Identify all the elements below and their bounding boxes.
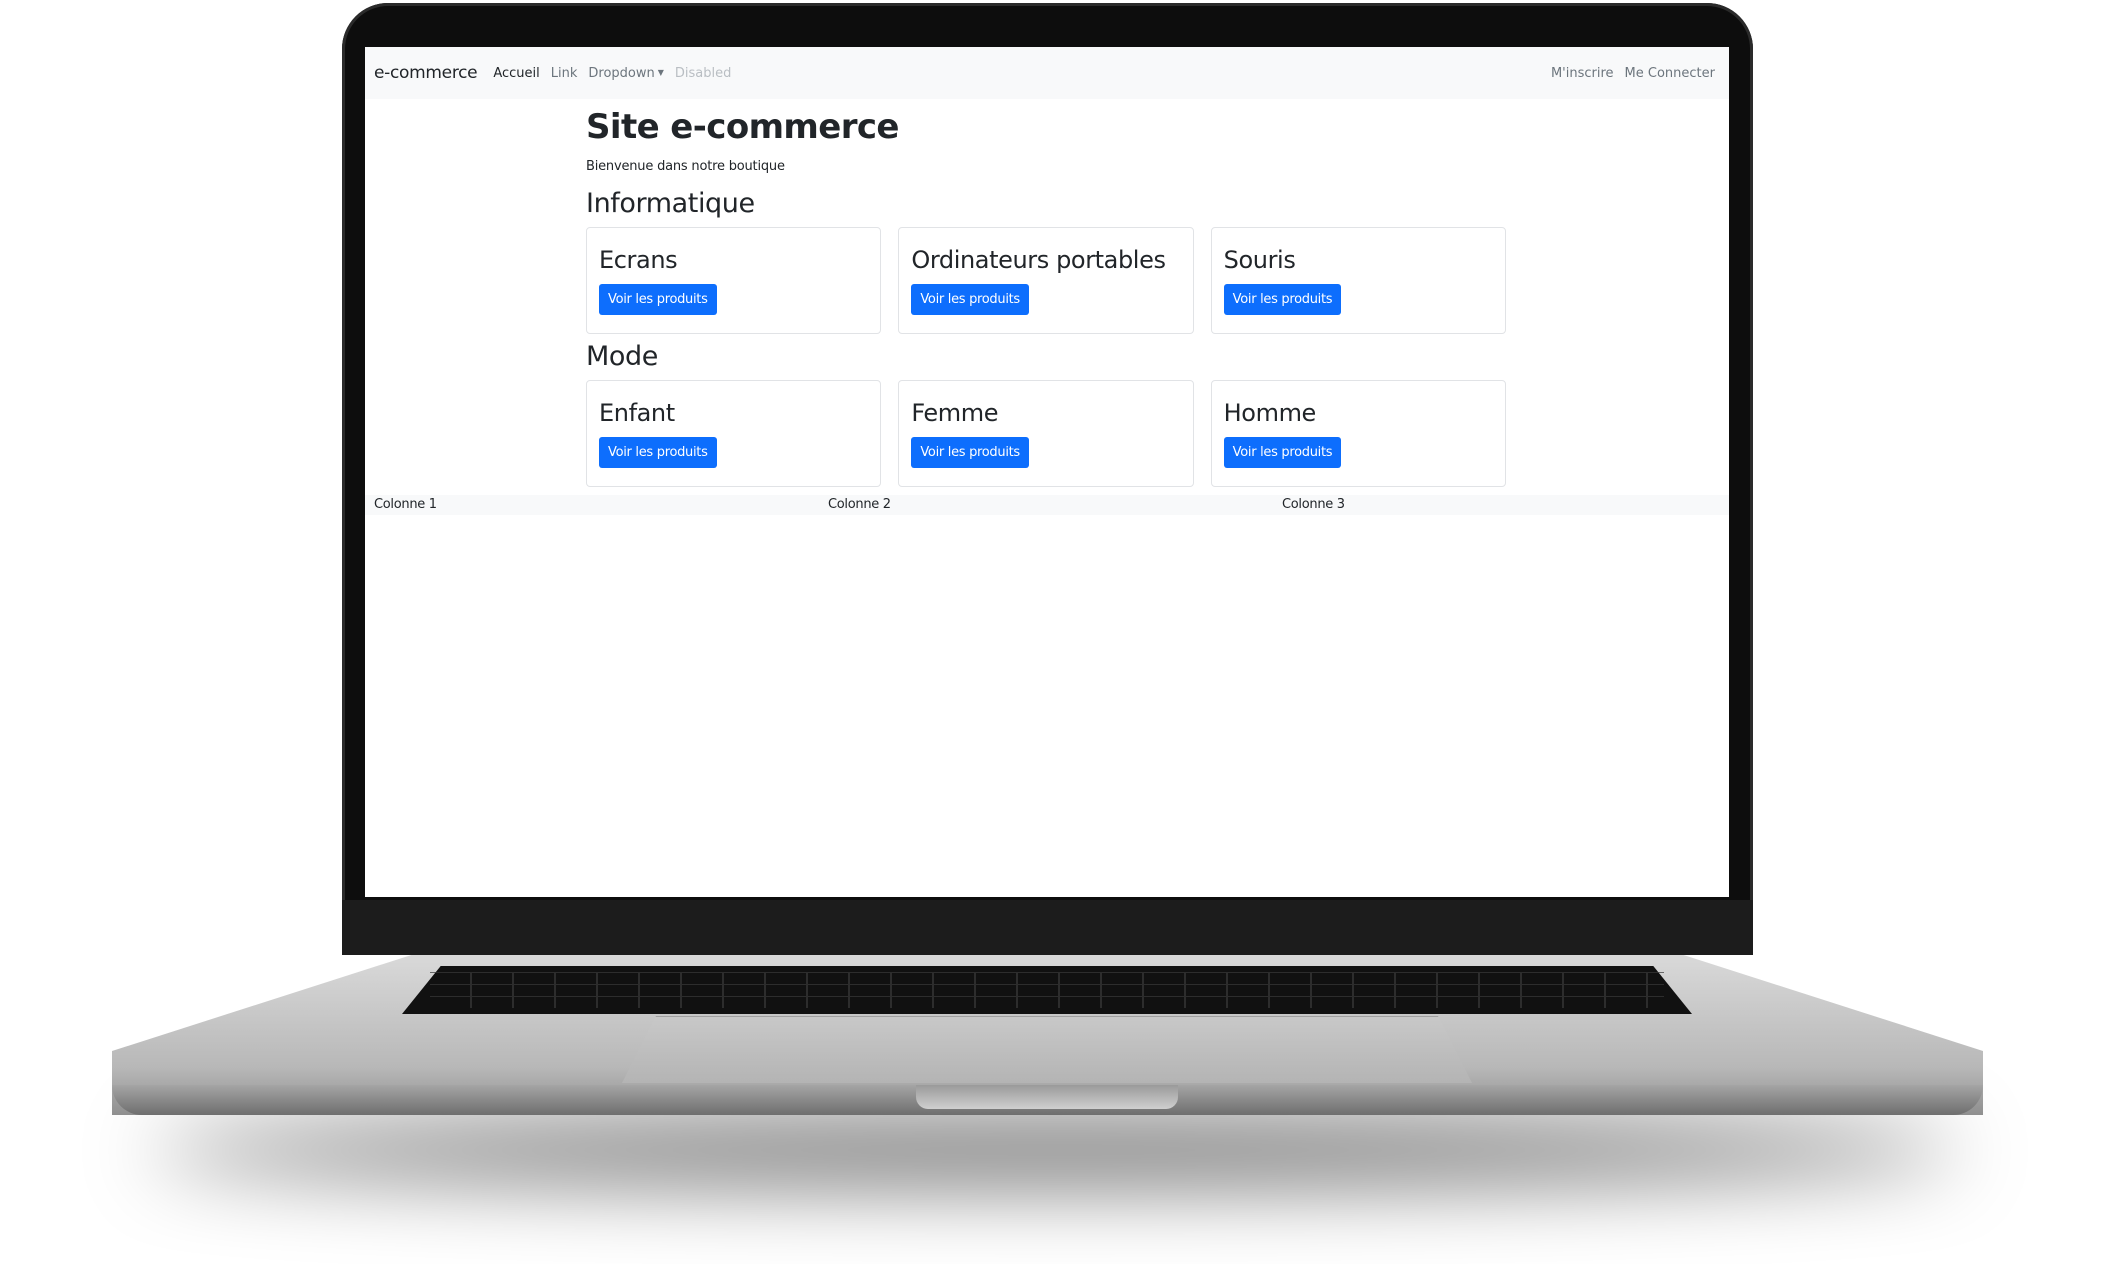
signup-link[interactable]: M'inscrire: [1551, 66, 1614, 81]
nav-dropdown[interactable]: Dropdown ▼: [588, 66, 664, 81]
welcome-text: Bienvenue dans notre boutique: [586, 159, 785, 174]
navbar-brand[interactable]: e-commerce: [374, 63, 478, 83]
card-row-mode: Enfant Voir les produits Femme Voir les …: [586, 380, 1506, 487]
navbar: e-commerce Accueil Link Dropdown ▼ Disabl…: [365, 47, 1729, 99]
card-title: Enfant: [599, 399, 675, 427]
card-title: Ordinateurs portables: [911, 246, 1166, 274]
category-card-femme: Femme Voir les produits: [898, 380, 1194, 487]
view-products-button-souris[interactable]: Voir les produits: [1223, 284, 1342, 315]
navbar-right: M'inscrire Me Connecter: [1540, 66, 1715, 81]
view-products-button-ecrans[interactable]: Voir les produits: [599, 284, 717, 315]
card-row-informatique: Ecrans Voir les produits Ordinateurs por…: [586, 227, 1506, 334]
section-title-mode: Mode: [586, 341, 658, 372]
card-title: Ecrans: [599, 246, 678, 274]
category-card-homme: Homme Voir les produits: [1210, 380, 1506, 487]
laptop-bezel-bottom: [342, 900, 1753, 955]
view-products-button-ordinateurs-portables[interactable]: Voir les produits: [911, 284, 1029, 315]
keyboard-keys: [430, 972, 1664, 1008]
view-products-button-femme[interactable]: Voir les produits: [911, 437, 1029, 468]
view-products-button-homme[interactable]: Voir les produits: [1223, 437, 1342, 468]
category-card-ordinateurs-portables: Ordinateurs portables Voir les produits: [898, 227, 1194, 334]
nav-link-accueil[interactable]: Accueil: [493, 66, 539, 81]
page-title: Site e-commerce: [586, 107, 899, 147]
browser-viewport: e-commerce Accueil Link Dropdown ▼ Disabl…: [365, 47, 1729, 897]
nav-link-disabled: Disabled: [674, 65, 732, 81]
footer-column-3: Colonne 3: [1282, 497, 1345, 512]
footer-column-2: Colonne 2: [828, 497, 891, 512]
laptop-trackpad: [622, 1016, 1472, 1083]
category-card-enfant: Enfant Voir les produits: [586, 380, 882, 487]
category-card-ecrans: Ecrans Voir les produits: [586, 227, 882, 334]
main-content: Site e-commerce Bienvenue dans notre bou…: [586, 97, 1506, 494]
card-title: Femme: [911, 399, 999, 427]
card-title: Homme: [1223, 399, 1317, 427]
footer: Colonne 1 Colonne 2 Colonne 3: [365, 495, 1729, 515]
nav-dropdown-label: Dropdown: [588, 65, 655, 81]
laptop-shadow: [150, 1115, 1960, 1185]
caret-down-icon: ▼: [657, 67, 664, 77]
card-title: Souris: [1223, 246, 1296, 274]
footer-column-1: Colonne 1: [374, 497, 437, 512]
section-title-informatique: Informatique: [586, 188, 755, 219]
view-products-button-enfant[interactable]: Voir les produits: [599, 437, 717, 468]
laptop-notch: [916, 1085, 1178, 1109]
category-card-souris: Souris Voir les produits: [1210, 227, 1506, 334]
login-link[interactable]: Me Connecter: [1625, 66, 1715, 81]
nav-link-link[interactable]: Link: [551, 66, 578, 81]
